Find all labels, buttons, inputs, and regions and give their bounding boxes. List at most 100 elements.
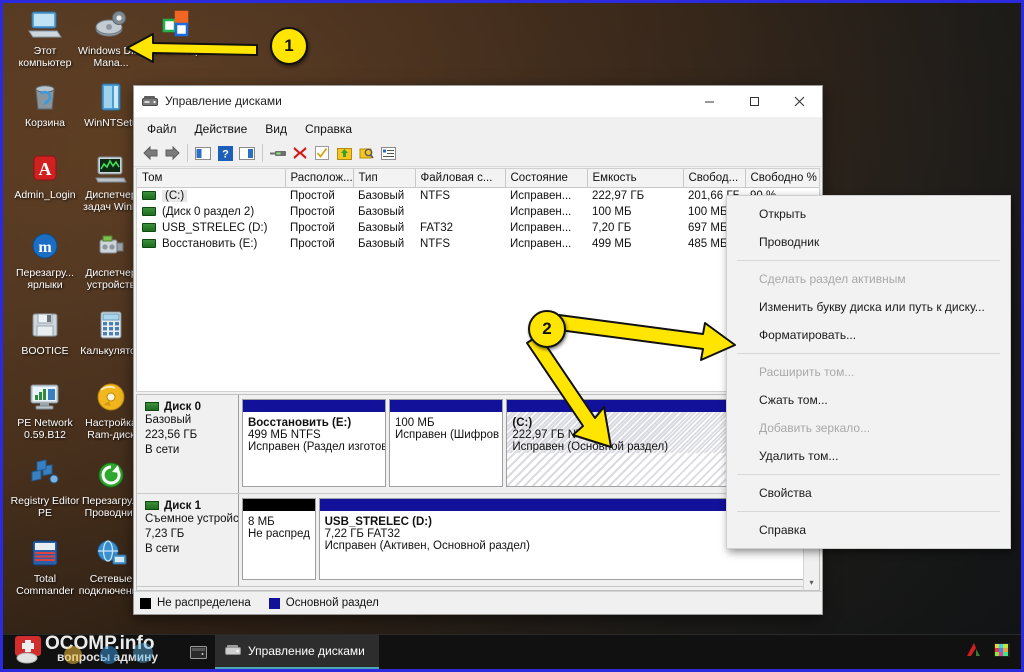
context-menu-item[interactable]: Открыть <box>727 200 1010 228</box>
annotation-badge-1: 1 <box>270 27 308 65</box>
volume-name-cell: Восстановить (E:) <box>137 236 285 252</box>
menu-file[interactable]: Файл <box>138 119 186 139</box>
desktop-icon-label: Windows Disk Mana... <box>78 45 144 69</box>
context-menu-item[interactable]: Удалить том... <box>727 442 1010 470</box>
disk-row: Диск 1 Съемное устройс 7,23 ГБ В сети 8 МБ Не… <box>137 494 819 587</box>
desktop-icon-windows-shortcut[interactable]: Windows (... <box>141 9 213 57</box>
window-toolbar: ? <box>134 140 822 167</box>
taskbar-task-label: Управление дисками <box>248 644 365 658</box>
desktop-screen: Этот компьютер Windows Disk Mana... Window… <box>0 0 1024 672</box>
disk-info-panel[interactable]: Диск 0 Базовый 223,56 ГБ В сети <box>137 395 239 493</box>
volume-chip-icon <box>142 207 156 217</box>
desktop-icon-total-commander[interactable]: Total Commander <box>9 537 81 597</box>
desktop-icon-recycle-bin[interactable]: Корзина <box>9 81 81 129</box>
desktop-icon-label: Admin_Login <box>14 189 76 201</box>
disk-partition[interactable]: 100 МБ Исправен (Шифров <box>388 399 504 487</box>
color-grid-icon[interactable] <box>993 642 1011 663</box>
volume-row[interactable]: USB_STRELEC (D:) Простой Базовый FAT32 Испра… <box>137 220 819 236</box>
help-icon[interactable]: ? <box>214 142 236 164</box>
disk-name-row: Диск 1 <box>145 500 232 512</box>
volume-row[interactable]: Восстановить (E:) Простой Базовый NTFS Испра… <box>137 236 819 252</box>
volume-status-cell: Исправен... <box>510 238 572 250</box>
find-icon[interactable] <box>355 142 377 164</box>
registry-icon <box>27 459 63 493</box>
menu-action[interactable]: Действие <box>186 119 257 139</box>
partition-status: Исправен (Раздел изготови <box>248 441 386 453</box>
volume-column-header[interactable]: Файловая с... <box>415 169 506 188</box>
volume-table-header: Том Располож... Тип Файловая с... Состояние Е… <box>137 169 819 188</box>
delete-icon[interactable] <box>289 142 311 164</box>
partition-body: 100 МБ Исправен (Шифров <box>390 412 502 441</box>
disk-info-panel[interactable]: Диск 1 Съемное устройс 7,23 ГБ В сети <box>137 494 239 586</box>
volume-table: Том Располож... Тип Файловая с... Состояние Е… <box>137 169 819 253</box>
desktop-icon-label: Этот компьютер <box>18 45 72 69</box>
disk-size: 223,56 ГБ <box>145 429 198 441</box>
context-menu-item[interactable]: Форматировать... <box>727 321 1010 349</box>
volume-column-header[interactable]: Свобод... <box>683 169 746 188</box>
disk-management-icon <box>142 94 158 108</box>
minimize-button[interactable] <box>687 86 732 116</box>
partition-title: Восстановить (E:) <box>248 417 352 429</box>
red-arrow-icon[interactable] <box>965 642 983 663</box>
volume-column-header[interactable]: Тип <box>353 169 416 188</box>
taskmgr-icon <box>93 153 129 187</box>
volume-column-header[interactable]: Емкость <box>587 169 684 188</box>
volume-column-header[interactable]: Состояние <box>505 169 588 188</box>
tc-icon <box>27 537 63 571</box>
partition-status: Исправен (Шифров <box>394 429 500 441</box>
legend-label: Не распределена <box>157 597 251 609</box>
disk-map-legend: Не распределена Основной раздел <box>134 591 822 614</box>
volume-row[interactable]: (C:) Простой Базовый NTFS Исправен... 222,97 … <box>137 188 819 205</box>
desktop-icon-registry-editor-pe[interactable]: Registry Editor PE <box>9 459 81 519</box>
volume-capacity-cell: 7,20 ГБ <box>592 222 632 234</box>
taskbar-task-disk-management[interactable]: Управление дисками <box>215 635 379 669</box>
details-icon[interactable] <box>377 142 399 164</box>
maximize-button[interactable] <box>732 86 777 116</box>
desktop-icon-label: Корзина <box>25 117 65 129</box>
volume-column-header[interactable]: Том <box>137 169 286 188</box>
volume-fs-cell <box>415 204 505 220</box>
show-pane-icon[interactable] <box>192 142 214 164</box>
volume-row[interactable]: (Диск 0 раздел 2) Простой Базовый Исправен.… <box>137 204 819 220</box>
taskbar: OCOMP.info вопросы админу Управление дис… <box>3 633 1021 669</box>
chevron-down-icon[interactable]: ▾ <box>804 575 819 590</box>
rescan-disks-icon[interactable] <box>267 142 289 164</box>
properties-pane-icon[interactable] <box>236 142 258 164</box>
volume-column-header[interactable]: Свободно % <box>745 169 819 188</box>
context-menu-item[interactable]: Проводник <box>727 228 1010 256</box>
disk-name: Диск 1 <box>164 500 202 512</box>
desktop-icon-bootice[interactable]: BOOTICE <box>9 309 81 357</box>
forward-arrow-icon[interactable] <box>161 142 183 164</box>
disk-partition[interactable]: Восстановить (E:) 499 МБ NTFS Исправен (Ра… <box>242 399 386 487</box>
desktop-icon-reboot-shortcuts[interactable]: m Перезагру... ярлыки <box>9 231 81 291</box>
desktop-icon-this-computer[interactable]: Этот компьютер <box>9 9 81 69</box>
disk-type: Базовый <box>145 414 192 426</box>
volume-name-cell: (Диск 0 раздел 2) <box>137 204 285 220</box>
check-icon[interactable] <box>311 142 333 164</box>
volume-table-body: (C:) Простой Базовый NTFS Исправен... 222,97 … <box>137 188 819 253</box>
back-arrow-icon[interactable] <box>139 142 161 164</box>
export-icon[interactable] <box>333 142 355 164</box>
context-menu-item[interactable]: Справка <box>727 516 1010 544</box>
ocomp-watermark-logo: OCOMP.info вопросы админу <box>13 627 193 667</box>
menu-view[interactable]: Вид <box>256 119 296 139</box>
desktop-icon-admin-login[interactable]: A Admin_Login <box>9 153 81 201</box>
close-button[interactable] <box>777 86 822 116</box>
window-menubar: Файл Действие Вид Справка <box>134 117 822 140</box>
context-menu-item[interactable]: Изменить букву диска или путь к диску... <box>727 293 1010 321</box>
desktop-icon-pe-network[interactable]: PE Network 0.59.B12 <box>9 381 81 441</box>
volume-column-header[interactable]: Располож... <box>285 169 354 188</box>
svg-text:?: ? <box>222 148 229 160</box>
partition-color-bar <box>243 499 315 511</box>
desktop-icon-label: Total Commander <box>16 573 74 597</box>
volume-list-pane[interactable]: Том Располож... Тип Файловая с... Состояние Е… <box>136 168 820 392</box>
menu-help[interactable]: Справка <box>296 119 361 139</box>
partition-size-fs: 499 МБ NTFS <box>248 429 321 441</box>
volume-fs-cell: NTFS <box>420 238 451 250</box>
context-menu-item[interactable]: Свойства <box>727 479 1010 507</box>
context-menu-item[interactable]: Сжать том... <box>727 386 1010 414</box>
desktop-icon-windows-disk-management[interactable]: Windows Disk Mana... <box>75 9 147 69</box>
monitor-icon <box>27 9 63 43</box>
disk-state: В сети <box>145 444 180 456</box>
disk-partition[interactable]: 8 МБ Не распред <box>242 498 316 580</box>
